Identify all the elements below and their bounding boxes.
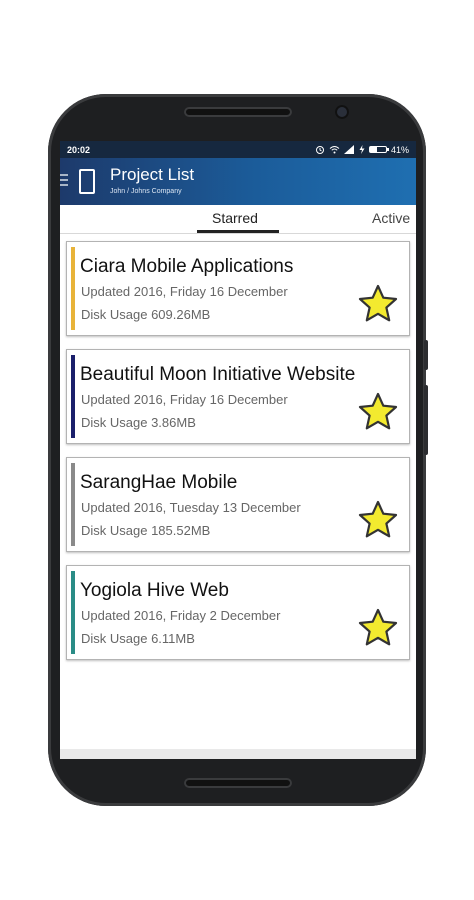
hamburger-icon[interactable] <box>60 174 68 189</box>
earpiece-speaker <box>184 107 292 117</box>
project-name: Yogiola Hive Web <box>80 580 229 601</box>
status-bar: 20:02 41% <box>60 141 416 158</box>
tab-starred[interactable]: Starred <box>212 210 258 226</box>
bottom-strip <box>60 749 416 759</box>
project-color-bar <box>71 571 75 654</box>
star-icon[interactable] <box>358 392 398 432</box>
tab-indicator <box>197 230 279 233</box>
screen: 20:02 41% Project List John / Johns Comp… <box>60 141 416 759</box>
project-name: Ciara Mobile Applications <box>80 256 294 277</box>
bottom-speaker <box>184 778 292 788</box>
project-card[interactable]: SarangHae Mobile Updated 2016, Tuesday 13… <box>66 457 410 552</box>
battery-icon <box>368 146 389 153</box>
power-button <box>424 385 428 455</box>
status-time: 20:02 <box>67 144 91 155</box>
project-color-bar <box>71 355 75 438</box>
star-icon[interactable] <box>358 500 398 540</box>
project-disk-usage: Disk Usage 609.26MB <box>81 307 211 322</box>
project-updated: Updated 2016, Friday 16 December <box>81 284 288 299</box>
project-color-bar <box>71 463 75 546</box>
battery-percent: 41% <box>390 144 409 155</box>
project-card[interactable]: Beautiful Moon Initiative Website Updated… <box>66 349 410 444</box>
volume-button <box>424 340 428 370</box>
app-bar-titles: Project List John / Johns Company <box>110 165 194 195</box>
project-name: SarangHae Mobile <box>80 472 238 493</box>
charging-icon <box>359 145 365 154</box>
project-color-bar <box>71 247 75 330</box>
project-updated: Updated 2016, Friday 16 December <box>81 392 288 407</box>
star-icon[interactable] <box>358 284 398 324</box>
project-disk-usage: Disk Usage 6.11MB <box>81 631 195 646</box>
project-list: Ciara Mobile Applications Updated 2016, F… <box>60 234 416 660</box>
project-card[interactable]: Yogiola Hive Web Updated 2016, Friday 2 D… <box>66 565 410 660</box>
project-name: Beautiful Moon Initiative Website <box>80 364 356 385</box>
wifi-icon <box>329 146 340 154</box>
status-icons: 41% <box>315 145 409 155</box>
project-updated: Updated 2016, Friday 2 December <box>81 608 281 623</box>
page-title: Project List <box>110 165 195 184</box>
page-subtitle: John / Johns Company <box>110 188 182 195</box>
tab-active[interactable]: Active <box>372 210 410 226</box>
alarm-icon <box>315 145 324 154</box>
star-icon[interactable] <box>358 608 398 648</box>
project-updated: Updated 2016, Tuesday 13 December <box>81 500 301 515</box>
phone-icon <box>79 169 95 194</box>
app-bar: Project List John / Johns Company <box>60 158 416 205</box>
project-disk-usage: Disk Usage 185.52MB <box>81 523 211 538</box>
project-disk-usage: Disk Usage 3.86MB <box>81 415 196 430</box>
front-camera <box>335 105 349 119</box>
tab-bar: Starred Active <box>60 205 416 234</box>
signal-icon <box>343 145 354 154</box>
project-card[interactable]: Ciara Mobile Applications Updated 2016, F… <box>66 241 410 336</box>
